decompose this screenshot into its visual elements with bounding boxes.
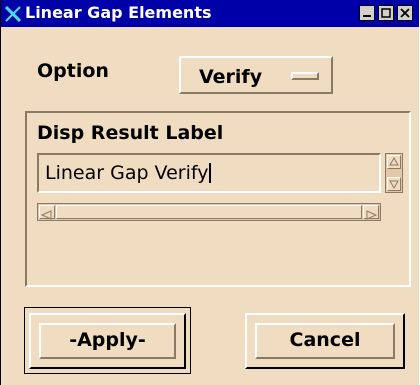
dialog-window: Linear Gap Elements Option Verify Disp R… <box>0 0 419 385</box>
arrow-left-icon[interactable] <box>39 205 55 220</box>
close-icon <box>400 8 410 18</box>
option-selected-value: Verify <box>199 66 263 88</box>
horizontal-scroll-thumb[interactable] <box>56 205 362 219</box>
vertical-scrollbar[interactable] <box>385 153 403 193</box>
option-menu[interactable]: Verify <box>179 56 333 94</box>
arrow-right-icon[interactable] <box>363 205 379 220</box>
option-menu-indicator-icon <box>291 72 319 80</box>
close-button[interactable] <box>397 5 413 21</box>
text-caret <box>209 163 212 183</box>
minimize-icon <box>363 15 371 17</box>
minimize-button[interactable] <box>359 5 375 21</box>
horizontal-scrollbar[interactable] <box>37 203 381 221</box>
result-label-input[interactable]: Linear Gap Verify <box>37 153 381 193</box>
apply-button[interactable]: -Apply- <box>29 313 186 369</box>
maximize-button[interactable] <box>378 5 394 21</box>
option-label: Option <box>37 60 109 82</box>
apply-button-label: -Apply- <box>69 329 146 351</box>
result-label-value: Linear Gap Verify <box>45 162 209 184</box>
maximize-icon <box>381 8 391 18</box>
arrow-up-icon[interactable] <box>387 155 401 169</box>
title-bar[interactable]: Linear Gap Elements <box>1 0 419 27</box>
cancel-button-label: Cancel <box>289 329 361 351</box>
arrow-down-icon[interactable] <box>387 177 401 191</box>
window-title: Linear Gap Elements <box>25 3 212 22</box>
cancel-button[interactable]: Cancel <box>245 313 405 369</box>
result-label-heading: Disp Result Label <box>37 122 224 144</box>
x-logo-icon <box>4 5 22 23</box>
